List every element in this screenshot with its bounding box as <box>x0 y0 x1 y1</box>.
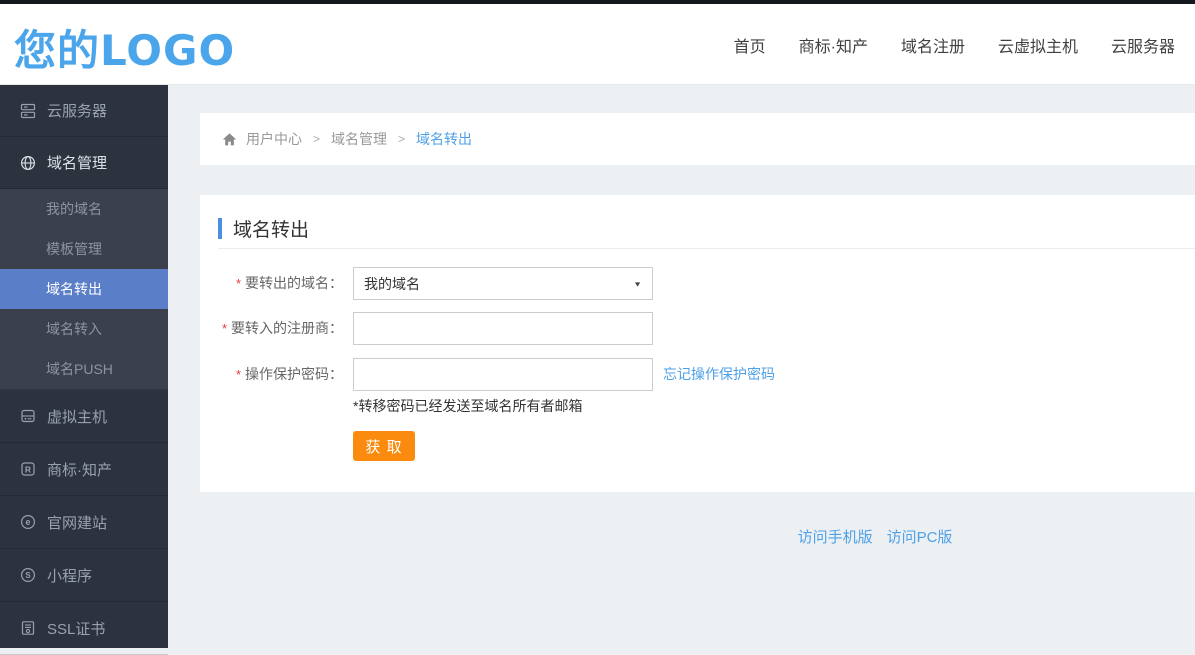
breadcrumb-domain-management[interactable]: 域名管理 <box>331 129 387 149</box>
sidebar-subitem-template-management[interactable]: 模板管理 <box>0 229 168 269</box>
sidebar-item-domain-management[interactable]: 域名管理 <box>0 137 168 189</box>
breadcrumb-separator: > <box>398 132 406 146</box>
breadcrumb-user-center[interactable]: 用户中心 <box>246 129 302 149</box>
sidebar-subitem-domain-transfer-out[interactable]: 域名转出 <box>0 269 168 309</box>
domain-transfer-out-panel: 域名转出 * 要转出的域名： 我的域名 ▼ * 要转入的注册商： * 操作保护密码： … <box>200 195 1195 492</box>
sidebar-item-label: 小程序 <box>47 567 93 585</box>
sidebar-item-label: SSL证书 <box>47 620 106 638</box>
sidebar-item-label: 官网建站 <box>47 514 108 532</box>
registrar-input[interactable] <box>353 312 653 345</box>
svg-text:S: S <box>25 571 31 580</box>
required-mark: * <box>235 367 241 382</box>
chevron-down-icon: ▼ <box>633 279 642 288</box>
nav-item-trademark[interactable]: 商标·知产 <box>799 33 868 57</box>
required-mark: * <box>221 321 227 336</box>
forgot-password-link[interactable]: 忘记操作保护密码 <box>663 358 775 391</box>
sidebar-item-trademark[interactable]: R 商标·知产 <box>0 443 168 496</box>
registrar-input-label: * 要转入的注册商： <box>221 320 343 336</box>
header: 您的LOGO 首页 商标·知产 域名注册 云虚拟主机 云服务器 <box>0 4 1195 85</box>
nav-item-cloud-server[interactable]: 云服务器 <box>1111 33 1175 57</box>
footer-links: 访问手机版 访问PC版 <box>700 526 1050 547</box>
title-accent-bar <box>218 218 222 239</box>
required-mark: * <box>235 276 241 291</box>
nav-item-domain-register[interactable]: 域名注册 <box>901 33 965 57</box>
sidebar-item-cloud-server[interactable]: 云服务器 <box>0 85 168 137</box>
sidebar-item-website-builder[interactable]: e 官网建站 <box>0 496 168 549</box>
site-logo[interactable]: 您的LOGO <box>14 17 235 78</box>
breadcrumb-current-page: 域名转出 <box>416 131 473 147</box>
domain-select-label: * 要转出的域名： <box>235 275 343 291</box>
top-navigation: 首页 商标·知产 域名注册 云虚拟主机 云服务器 <box>734 4 1175 85</box>
host-icon <box>20 408 36 424</box>
mobile-version-link[interactable]: 访问手机版 <box>798 526 873 547</box>
domain-select[interactable]: 我的域名 ▼ <box>353 267 653 300</box>
svg-text:R: R <box>25 464 31 474</box>
certificate-icon <box>20 620 36 636</box>
domain-select-value: 我的域名 <box>364 275 420 292</box>
breadcrumb-separator: > <box>313 132 321 146</box>
nav-item-home[interactable]: 首页 <box>734 33 766 57</box>
sidebar-item-ssl-certificate[interactable]: SSL证书 <box>0 602 168 655</box>
get-button[interactable]: 获 取 <box>353 431 415 461</box>
sidebar-item-virtual-host[interactable]: 虚拟主机 <box>0 390 168 443</box>
page-title: 域名转出 <box>233 220 310 241</box>
svg-text:e: e <box>25 517 30 527</box>
globe-icon <box>20 155 36 171</box>
sidebar: 云服务器 域名管理 我的域名 模板管理 域名转出 域名转入 域名PUSH 虚拟主… <box>0 85 168 655</box>
panel-header: 域名转出 <box>218 215 309 242</box>
sidebar-item-label: 域名管理 <box>47 155 108 172</box>
panel-divider <box>218 248 1195 249</box>
sidebar-subitem-domain-transfer-in[interactable]: 域名转入 <box>0 309 168 349</box>
pc-version-link[interactable]: 访问PC版 <box>887 526 953 547</box>
sidebar-subitem-my-domains[interactable]: 我的域名 <box>0 189 168 229</box>
cloud-server-icon <box>20 103 36 119</box>
mini-program-icon: S <box>20 567 36 583</box>
sidebar-subitem-domain-push[interactable]: 域名PUSH <box>0 349 168 389</box>
domain-management-submenu: 我的域名 模板管理 域名转出 域名转入 域名PUSH <box>0 189 168 390</box>
transfer-password-note: *转移密码已经发送至域名所有者邮箱 <box>353 398 583 414</box>
protect-password-input[interactable] <box>353 358 653 391</box>
browser-e-icon: e <box>20 514 36 530</box>
sidebar-item-label: 云服务器 <box>47 103 108 120</box>
sidebar-item-mini-program[interactable]: S 小程序 <box>0 549 168 602</box>
sidebar-item-label: 虚拟主机 <box>47 408 108 426</box>
sidebar-item-label: 商标·知产 <box>47 461 112 479</box>
breadcrumb: 用户中心 > 域名管理 > 域名转出 <box>200 113 1195 165</box>
registered-trademark-icon: R <box>20 461 36 477</box>
home-icon <box>222 132 237 147</box>
protect-password-label: * 操作保护密码： <box>235 366 343 382</box>
nav-item-cloud-vhost[interactable]: 云虚拟主机 <box>998 33 1078 57</box>
